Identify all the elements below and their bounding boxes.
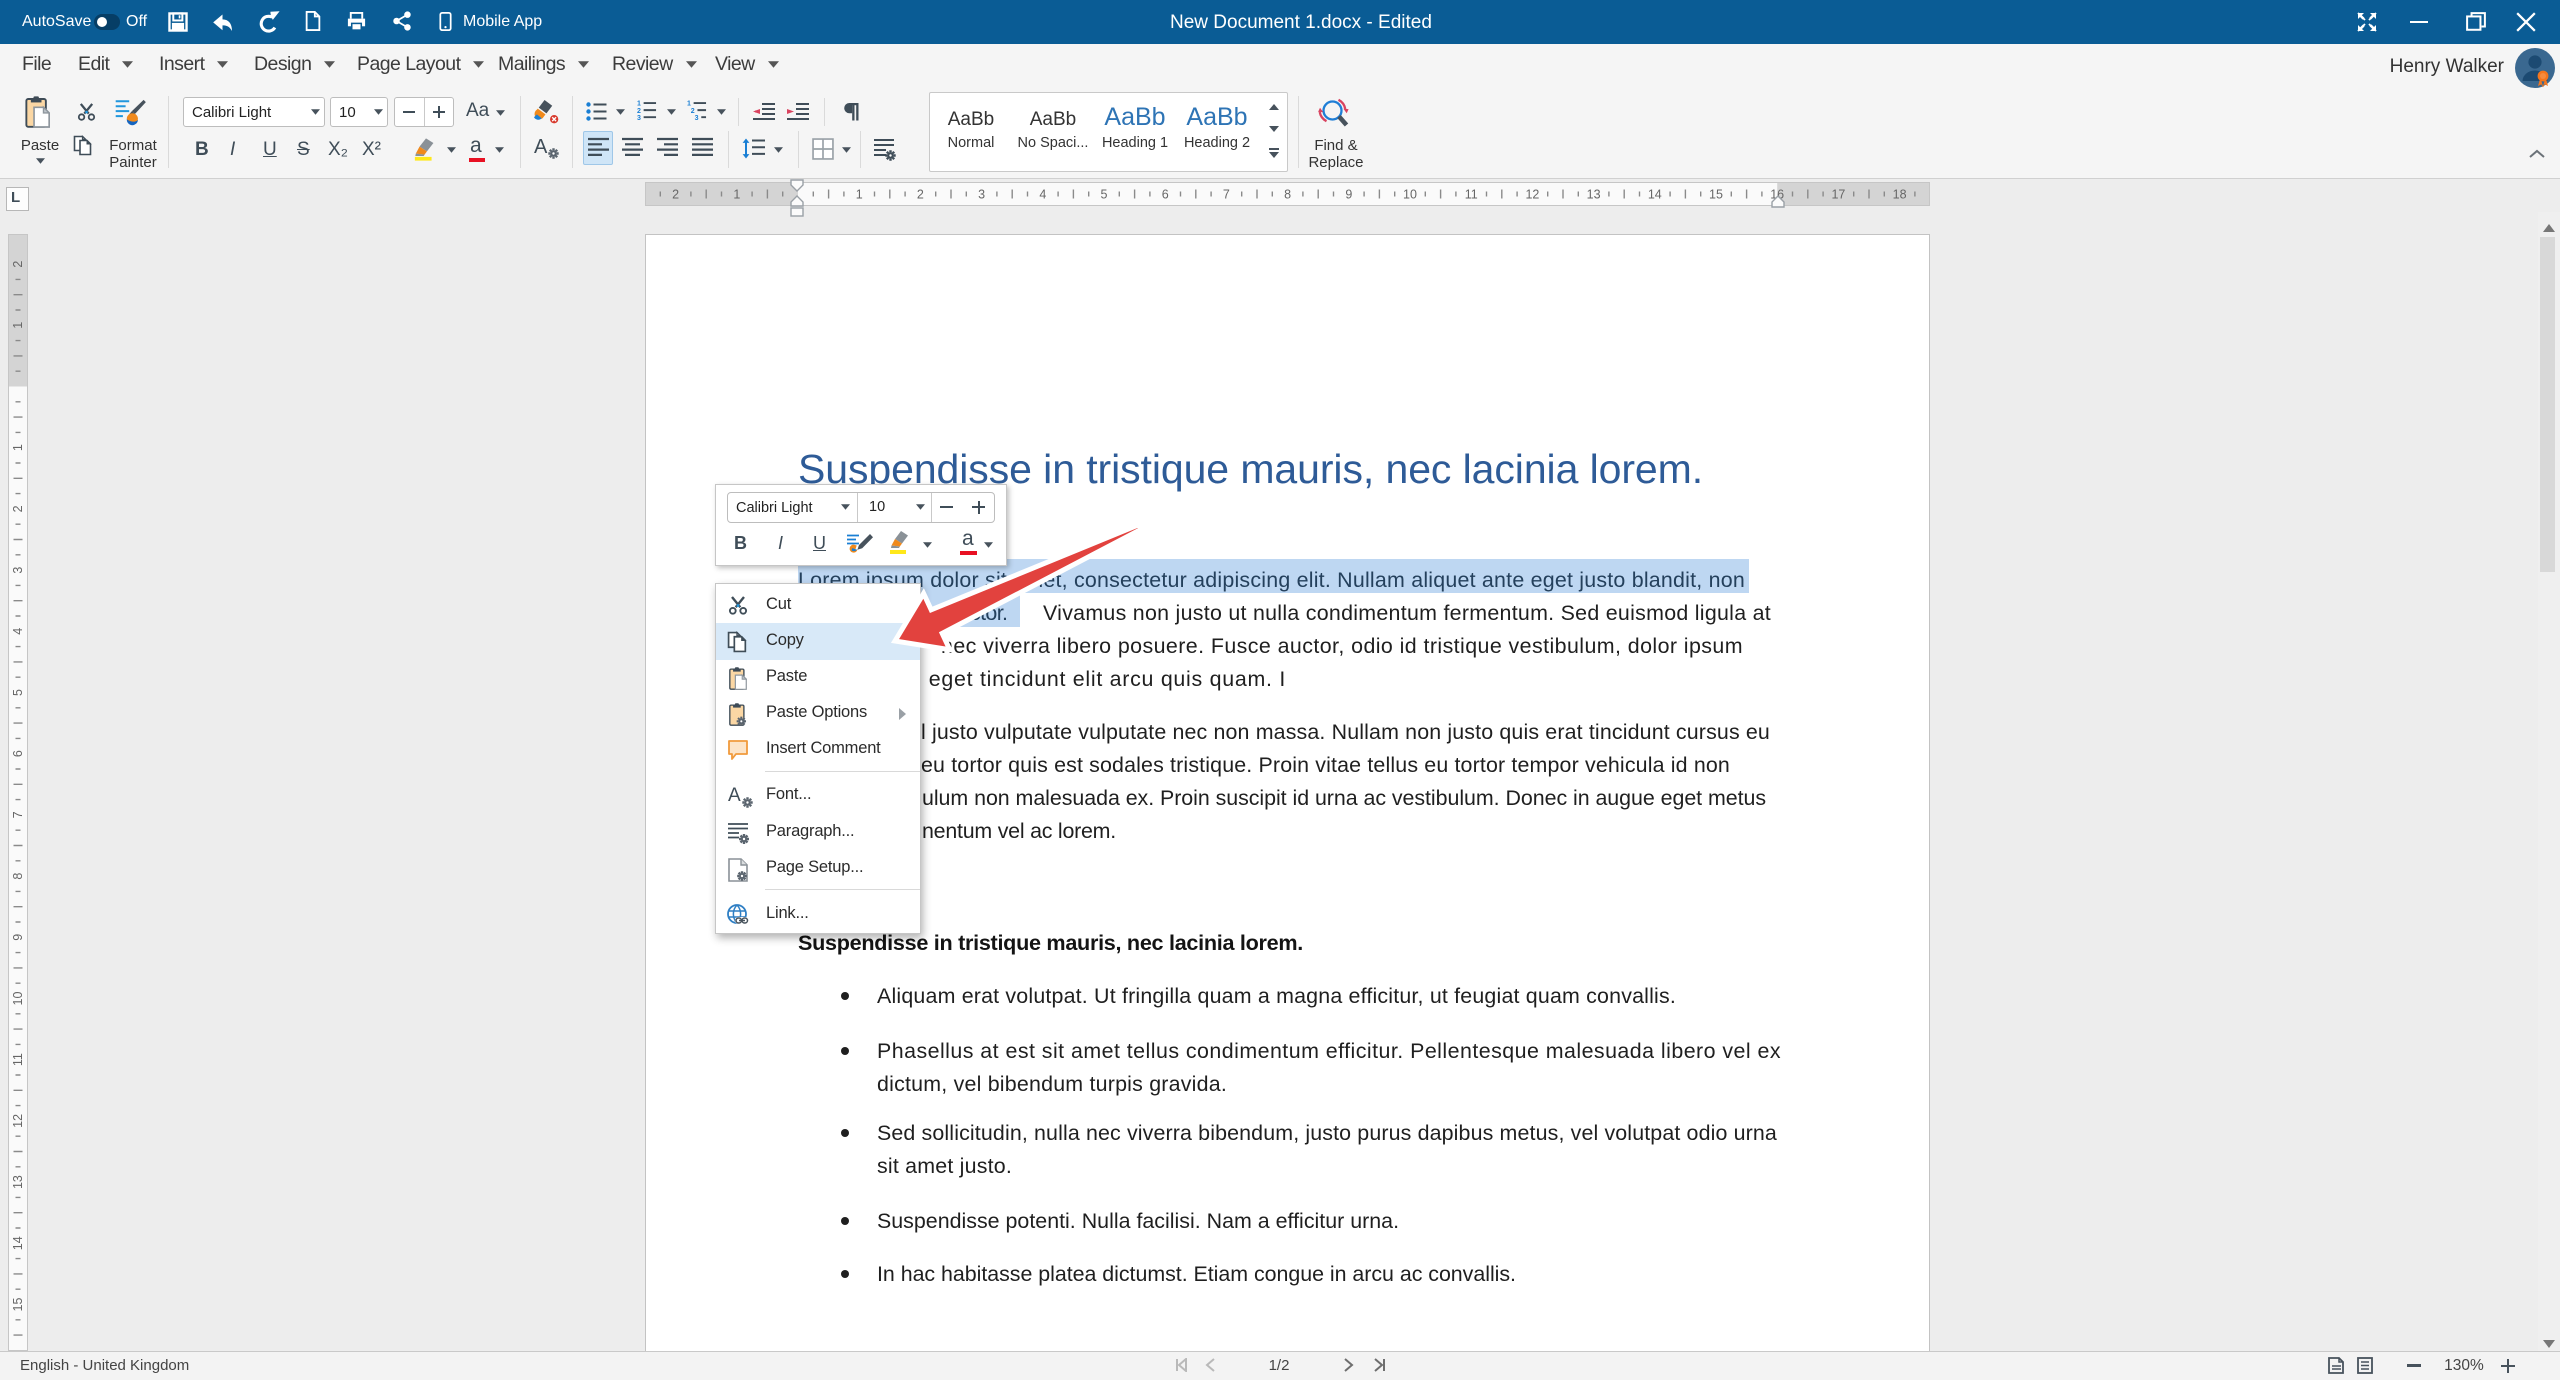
svg-text:14: 14 <box>1648 188 1662 202</box>
svg-text:4: 4 <box>11 628 25 635</box>
svg-text:8: 8 <box>11 873 25 880</box>
svg-text:15: 15 <box>11 1298 25 1312</box>
svg-text:1: 1 <box>11 444 25 451</box>
svg-text:3: 3 <box>978 188 985 202</box>
svg-text:10: 10 <box>1403 188 1417 202</box>
svg-text:5: 5 <box>11 689 25 696</box>
svg-text:1: 1 <box>637 101 641 108</box>
svg-text:8: 8 <box>1284 188 1291 202</box>
svg-text:2: 2 <box>672 188 679 202</box>
svg-text:3: 3 <box>637 115 641 121</box>
svg-text:5: 5 <box>1101 188 1108 202</box>
svg-text:17: 17 <box>1831 188 1845 202</box>
svg-text:11: 11 <box>1465 188 1478 202</box>
svg-text:2: 2 <box>11 261 25 268</box>
svg-text:11: 11 <box>11 1053 25 1066</box>
svg-text:1: 1 <box>733 188 740 202</box>
svg-text:13: 13 <box>1587 188 1601 202</box>
svg-text:2: 2 <box>691 108 695 115</box>
svg-text:2: 2 <box>11 505 25 512</box>
svg-text:2: 2 <box>637 108 641 115</box>
svg-text:1: 1 <box>856 188 863 202</box>
svg-text:7: 7 <box>1223 188 1230 202</box>
svg-text:14: 14 <box>11 1236 25 1250</box>
svg-text:3: 3 <box>11 567 25 574</box>
svg-text:3: 3 <box>695 115 699 121</box>
svg-text:9: 9 <box>1345 188 1352 202</box>
svg-text:13: 13 <box>11 1175 25 1189</box>
svg-text:12: 12 <box>1525 188 1539 202</box>
svg-text:9: 9 <box>11 934 25 941</box>
svg-text:4: 4 <box>1039 188 1046 202</box>
svg-text:1: 1 <box>11 322 25 329</box>
svg-text:12: 12 <box>11 1114 25 1128</box>
svg-text:7: 7 <box>11 811 25 818</box>
svg-text:6: 6 <box>1162 188 1169 202</box>
svg-text:15: 15 <box>1709 188 1723 202</box>
svg-text:10: 10 <box>11 992 25 1006</box>
svg-text:6: 6 <box>11 750 25 757</box>
svg-text:1: 1 <box>687 101 691 108</box>
svg-text:18: 18 <box>1893 188 1907 202</box>
svg-text:2: 2 <box>917 188 924 202</box>
